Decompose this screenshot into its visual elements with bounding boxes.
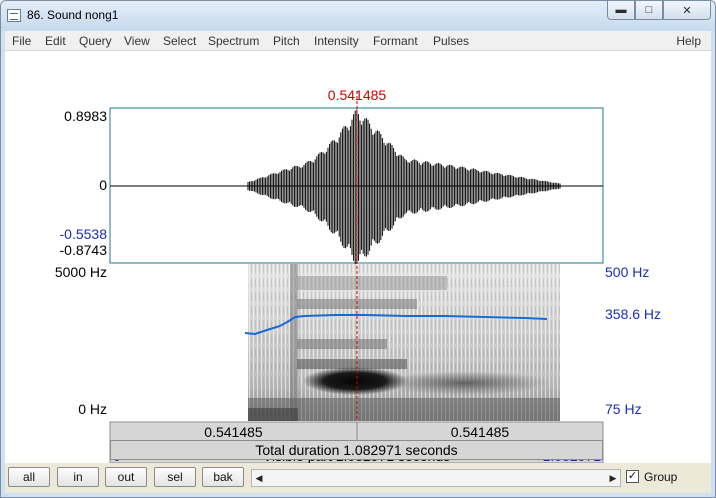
spectrogram-freq-max-label: 5000 Hz	[54, 264, 107, 280]
pitch-bottom-label: 75 Hz	[605, 401, 642, 417]
waveform-zero-label: 0	[99, 177, 107, 193]
spectrogram-low-band	[248, 408, 298, 421]
window-icon	[7, 9, 21, 22]
zoom-sel-button[interactable]: sel	[154, 467, 196, 487]
timebar-right-segment[interactable]: 0.541485	[357, 424, 603, 440]
pitch-value-label: 358.6 Hz	[605, 306, 662, 322]
scroll-left-arrow-icon[interactable]: ◀	[252, 470, 266, 486]
menu-select[interactable]: Select	[163, 34, 196, 48]
group-checkbox[interactable]: ✓	[626, 470, 639, 483]
zoom-out-button[interactable]: out	[105, 467, 147, 487]
menu-intensity[interactable]: Intensity	[314, 34, 359, 48]
drawing-area[interactable]: 0.541485 0.8983 0 -0.5538 -0.8743 5000 H…	[5, 51, 711, 464]
waveform-ymax-label: 0.8983	[64, 108, 107, 124]
menu-formant[interactable]: Formant	[373, 34, 418, 48]
pitch-top-label: 500 Hz	[605, 264, 650, 280]
minimize-icon: ▬	[615, 4, 627, 16]
total-duration-label: Total duration 1.082971 seconds	[255, 442, 458, 458]
spectrogram-band	[297, 339, 387, 349]
total-duration-bar[interactable]: Total duration 1.082971 seconds	[110, 440, 603, 460]
minimize-button[interactable]: ▬	[607, 1, 635, 20]
spectrogram-band	[297, 276, 447, 290]
cursor-time-label: 0.541485	[327, 87, 387, 103]
group-label: Group	[644, 470, 678, 484]
menu-spectrum[interactable]: Spectrum	[208, 34, 259, 48]
window-client: File Edit Query View Select Spectrum Pit…	[5, 31, 711, 493]
menu-query[interactable]: Query	[79, 34, 112, 48]
zoom-back-button[interactable]: bak	[202, 467, 244, 487]
menu-help[interactable]: Help	[676, 34, 701, 48]
praat-sound-window: 86. Sound nong1 ▬ □ ✕ File Edit Query Vi…	[0, 0, 716, 498]
close-icon: ✕	[682, 4, 692, 17]
title-bar: 86. Sound nong1 ▬ □ ✕	[1, 1, 715, 31]
window-controls: ▬ □ ✕	[607, 1, 711, 21]
menu-edit[interactable]: Edit	[45, 34, 66, 48]
zoom-in-button[interactable]: in	[57, 467, 99, 487]
menu-bar: File Edit Query View Select Spectrum Pit…	[5, 31, 711, 51]
spectrogram-freq-min-label: 0 Hz	[78, 401, 107, 417]
spectrogram-onset	[290, 264, 298, 421]
maximize-icon: □	[645, 4, 653, 16]
waveform-selection-min-label: -0.5538	[59, 226, 107, 242]
window-title: 86. Sound nong1	[27, 8, 119, 22]
time-scrollbar[interactable]: ◀ ▶	[251, 469, 621, 487]
close-button[interactable]: ✕	[663, 1, 711, 20]
zoom-all-button[interactable]: all	[8, 467, 50, 487]
menu-file[interactable]: File	[12, 34, 31, 48]
timebar-left-segment[interactable]: 0.541485	[110, 424, 357, 440]
maximize-button[interactable]: □	[635, 1, 663, 20]
scroll-right-arrow-icon[interactable]: ▶	[606, 470, 620, 486]
waveform-ymin-label: -0.8743	[59, 242, 107, 258]
menu-pulses[interactable]: Pulses	[433, 34, 469, 48]
menu-pitch[interactable]: Pitch	[273, 34, 300, 48]
menu-view[interactable]: View	[124, 34, 150, 48]
bottom-toolbar: all in out sel bak ◀ ▶ ✓ Group	[5, 463, 711, 493]
spectrogram-formant-mid	[380, 371, 550, 395]
